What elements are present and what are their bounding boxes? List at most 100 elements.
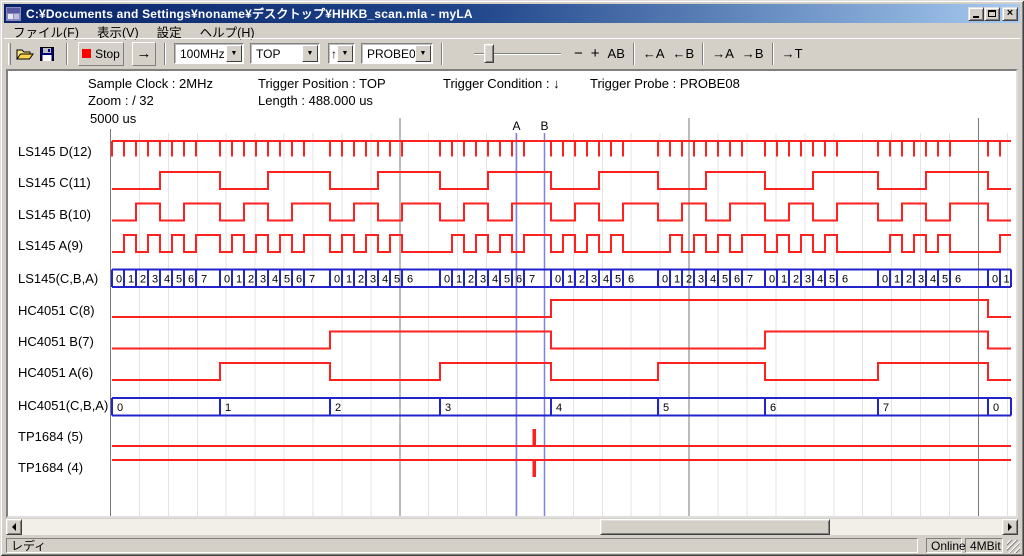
- svg-text:5: 5: [942, 273, 948, 285]
- minimize-button[interactable]: [968, 7, 984, 21]
- svg-text:6: 6: [770, 402, 776, 414]
- svg-text:0: 0: [882, 273, 888, 285]
- svg-text:5: 5: [394, 273, 400, 285]
- close-button[interactable]: ×: [1002, 7, 1018, 21]
- maximize-button[interactable]: [984, 7, 1000, 21]
- trigger-position-select[interactable]: TOP ▼: [250, 43, 320, 64]
- svg-text:7: 7: [747, 273, 753, 285]
- svg-text:7: 7: [883, 402, 889, 414]
- svg-text:1: 1: [346, 273, 352, 285]
- svg-text:6: 6: [842, 273, 848, 285]
- title-bar[interactable]: C:¥Documents and Settings¥noname¥デスクトップ¥…: [4, 4, 1020, 23]
- move-b-left-button[interactable]: ←B: [669, 43, 699, 65]
- svg-text:2: 2: [579, 273, 585, 285]
- right-arrow-icon: [1008, 523, 1016, 531]
- svg-text:4: 4: [817, 273, 823, 285]
- stop-button[interactable]: Stop: [78, 42, 124, 66]
- svg-text:3: 3: [480, 273, 486, 285]
- window-title: C:¥Documents and Settings¥noname¥デスクトップ¥…: [26, 5, 968, 22]
- scroll-left-button[interactable]: [6, 519, 22, 535]
- trigger-position-value: TOP: [256, 47, 280, 61]
- trigger-probe-select[interactable]: PROBE00 ▼: [361, 43, 433, 64]
- left-arrow-icon: [8, 523, 16, 531]
- stop-label: Stop: [95, 47, 120, 61]
- save-button[interactable]: [36, 43, 58, 65]
- dropdown-arrow-icon[interactable]: ▼: [415, 45, 431, 62]
- svg-text:4: 4: [930, 273, 936, 285]
- cursor-a-label: A: [512, 119, 520, 133]
- svg-text:1: 1: [567, 273, 573, 285]
- svg-text:6: 6: [407, 273, 413, 285]
- svg-text:2: 2: [793, 273, 799, 285]
- svg-text:7: 7: [309, 273, 315, 285]
- toolbar: Stop → 100MHz ▼ TOP ▼ ↑ ▼ PROBE00 ▼ − + …: [4, 38, 1020, 68]
- svg-text:1: 1: [781, 273, 787, 285]
- svg-text:3: 3: [260, 273, 266, 285]
- minimize-icon: [973, 16, 979, 18]
- svg-text:6: 6: [516, 273, 522, 285]
- svg-text:0: 0: [769, 273, 775, 285]
- goto-trigger-button[interactable]: →T: [778, 43, 807, 65]
- run-button[interactable]: →: [132, 42, 156, 66]
- svg-text:5: 5: [829, 273, 835, 285]
- svg-text:0: 0: [444, 273, 450, 285]
- trigger-edge-select[interactable]: ↑ ▼: [328, 43, 355, 64]
- dropdown-arrow-icon[interactable]: ▼: [337, 45, 353, 62]
- close-icon: ×: [1007, 8, 1013, 19]
- status-online-text: Online: [931, 539, 966, 553]
- floppy-icon: [40, 47, 54, 61]
- svg-text:7: 7: [529, 273, 535, 285]
- svg-text:1: 1: [674, 273, 680, 285]
- status-bar: レディ Online 4MBit: [4, 537, 1020, 553]
- zoom-out-button[interactable]: −: [570, 43, 587, 65]
- app-icon: [6, 7, 22, 21]
- svg-text:3: 3: [370, 273, 376, 285]
- svg-text:6: 6: [734, 273, 740, 285]
- scrollbar-thumb[interactable]: [600, 519, 830, 535]
- status-online-pane: Online: [926, 538, 962, 553]
- svg-text:2: 2: [906, 273, 912, 285]
- svg-text:1: 1: [456, 273, 462, 285]
- horizontal-scrollbar[interactable]: [6, 519, 1018, 535]
- dropdown-arrow-icon[interactable]: ▼: [302, 45, 318, 62]
- svg-text:0: 0: [992, 273, 998, 285]
- svg-text:5: 5: [504, 273, 510, 285]
- svg-text:3: 3: [805, 273, 811, 285]
- zoom-slider-thumb[interactable]: [484, 44, 494, 63]
- toolbar-separator: [633, 43, 635, 65]
- waveform-panel: Sample Clock : 2MHz Trigger Position : T…: [6, 69, 1018, 518]
- dropdown-arrow-icon[interactable]: ▼: [226, 45, 242, 62]
- svg-text:2: 2: [248, 273, 254, 285]
- move-a-left-button[interactable]: ←A: [639, 43, 669, 65]
- svg-text:4: 4: [164, 273, 170, 285]
- toolbar-separator: [441, 43, 443, 65]
- svg-text:1: 1: [128, 273, 134, 285]
- open-button[interactable]: [14, 43, 36, 65]
- status-memory-pane: 4MBit: [965, 538, 1003, 553]
- move-a-right-button[interactable]: →A: [708, 43, 738, 65]
- svg-text:0: 0: [334, 273, 340, 285]
- toolbar-separator: [772, 43, 774, 65]
- svg-text:4: 4: [710, 273, 716, 285]
- svg-text:0: 0: [117, 402, 123, 414]
- toolbar-separator: [164, 43, 166, 65]
- cursor-b-label: B: [540, 119, 548, 133]
- scroll-right-button[interactable]: [1002, 519, 1018, 535]
- svg-text:3: 3: [698, 273, 704, 285]
- zoom-ab-button[interactable]: AB: [604, 43, 629, 65]
- maximize-icon: [988, 10, 996, 17]
- zoom-slider[interactable]: [449, 42, 564, 66]
- resize-grip[interactable]: [1007, 540, 1020, 553]
- svg-text:2: 2: [140, 273, 146, 285]
- svg-text:6: 6: [628, 273, 634, 285]
- svg-text:6: 6: [296, 273, 302, 285]
- sample-clock-select[interactable]: 100MHz ▼: [174, 43, 244, 64]
- svg-text:0: 0: [662, 273, 668, 285]
- svg-text:7: 7: [201, 273, 207, 285]
- move-b-right-button[interactable]: →B: [738, 43, 768, 65]
- toolbar-separator: [66, 43, 68, 65]
- toolbar-grip[interactable]: [8, 43, 11, 65]
- svg-text:1: 1: [236, 273, 242, 285]
- zoom-in-button[interactable]: +: [587, 43, 604, 65]
- open-folder-icon: [16, 47, 34, 61]
